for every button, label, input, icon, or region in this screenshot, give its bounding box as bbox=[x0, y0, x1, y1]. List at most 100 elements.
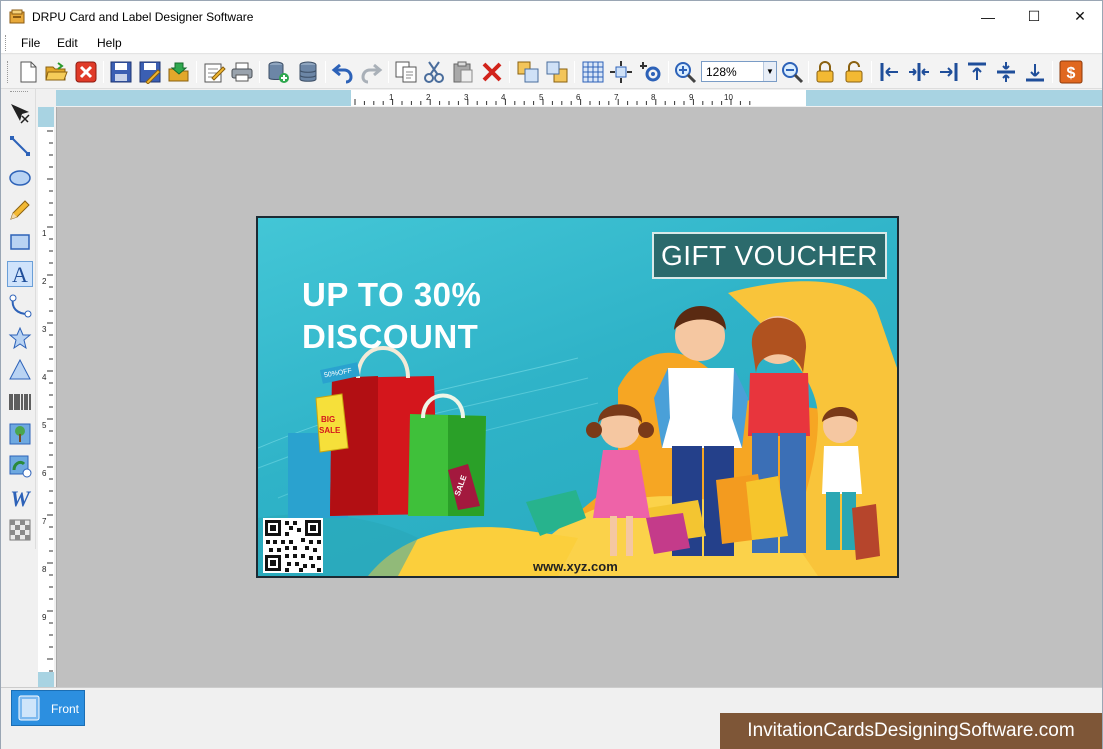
pencil-icon bbox=[10, 200, 30, 220]
image-library-tool[interactable] bbox=[7, 453, 33, 479]
tab-front-label: Front bbox=[51, 702, 80, 716]
save-button[interactable] bbox=[108, 59, 134, 85]
align-center-horizontal-button[interactable] bbox=[906, 59, 932, 85]
zoom-out-button[interactable] bbox=[779, 59, 805, 85]
toolbar-separator bbox=[388, 61, 389, 83]
select-tool[interactable] bbox=[7, 101, 33, 127]
chevron-down-icon[interactable]: ▼ bbox=[763, 62, 776, 81]
align-bottom-button[interactable] bbox=[1022, 59, 1048, 85]
settings-button[interactable] bbox=[638, 59, 664, 85]
copy-icon bbox=[395, 61, 417, 83]
tools-grip bbox=[10, 91, 28, 97]
paste-button[interactable] bbox=[450, 59, 476, 85]
ellipse-icon bbox=[9, 170, 31, 186]
svg-text:A: A bbox=[12, 262, 28, 286]
text-tool[interactable]: A bbox=[7, 261, 33, 287]
title-bar: DRPU Card and Label Designer Software — … bbox=[1, 1, 1102, 32]
website-text[interactable]: www.xyz.com bbox=[533, 559, 618, 574]
toolbar-separator bbox=[871, 61, 872, 83]
barcode-tool[interactable] bbox=[7, 389, 33, 415]
triangle-tool[interactable] bbox=[7, 357, 33, 383]
menu-help[interactable]: Help bbox=[97, 36, 122, 50]
new-button[interactable] bbox=[15, 59, 41, 85]
ruler-number: 9 bbox=[42, 613, 47, 622]
print-button[interactable] bbox=[229, 59, 255, 85]
unlock-button[interactable] bbox=[841, 59, 867, 85]
properties-icon bbox=[204, 63, 226, 83]
redo-button[interactable] bbox=[358, 59, 384, 85]
ruler-ticks bbox=[47, 130, 53, 672]
align-right-icon bbox=[940, 63, 958, 81]
delete-button[interactable] bbox=[479, 59, 505, 85]
undo-button[interactable] bbox=[330, 59, 356, 85]
line-tool[interactable] bbox=[7, 133, 33, 159]
ruler-number: 8 bbox=[42, 565, 47, 574]
drawing-tools-panel: A W bbox=[1, 89, 36, 549]
align-center-vertical-button[interactable] bbox=[993, 59, 1019, 85]
main-toolbar: $ bbox=[1, 55, 1102, 89]
headline-line-2[interactable]: DISCOUNT bbox=[302, 318, 478, 356]
ruler-number: 7 bbox=[614, 93, 619, 102]
menu-edit[interactable]: Edit bbox=[57, 36, 78, 50]
menu-file[interactable]: File bbox=[21, 36, 40, 50]
headline-line-1[interactable]: UP TO 30% bbox=[302, 276, 481, 314]
database-button[interactable] bbox=[295, 59, 321, 85]
pencil-tool[interactable] bbox=[7, 197, 33, 223]
properties-button[interactable] bbox=[201, 59, 227, 85]
new-icon bbox=[20, 61, 37, 83]
zoom-in-button[interactable] bbox=[672, 59, 698, 85]
cut-button[interactable] bbox=[421, 59, 447, 85]
zoom-combobox[interactable]: 128% ▼ bbox=[701, 61, 777, 82]
picture-tool[interactable] bbox=[7, 421, 33, 447]
price-icon: $ bbox=[1059, 60, 1083, 84]
database-add-button[interactable] bbox=[265, 59, 291, 85]
align-right-button[interactable] bbox=[935, 59, 961, 85]
close-file-button[interactable] bbox=[73, 59, 99, 85]
toolbar-separator bbox=[103, 61, 104, 83]
open-button[interactable] bbox=[43, 59, 69, 85]
card-design[interactable]: UP TO 30% DISCOUNT GIFT VOUCHER 50%OFF B… bbox=[256, 216, 899, 578]
toolbar-separator bbox=[668, 61, 669, 83]
tab-front[interactable]: Front bbox=[11, 690, 85, 726]
ellipse-tool[interactable] bbox=[7, 165, 33, 191]
star-icon bbox=[8, 326, 32, 350]
send-back-button[interactable] bbox=[544, 59, 570, 85]
qr-code[interactable] bbox=[263, 518, 323, 573]
open-icon bbox=[45, 62, 68, 81]
toolbar-separator bbox=[1052, 61, 1053, 83]
gift-voucher-box[interactable]: GIFT VOUCHER bbox=[652, 232, 887, 279]
center-icon bbox=[610, 61, 632, 83]
align-top-button[interactable] bbox=[964, 59, 990, 85]
copy-button[interactable] bbox=[393, 59, 419, 85]
rectangle-tool[interactable] bbox=[7, 229, 33, 255]
wordart-tool[interactable]: W bbox=[7, 485, 33, 511]
svg-text:$: $ bbox=[1067, 65, 1076, 82]
save-as-button[interactable] bbox=[137, 59, 163, 85]
svg-text:W: W bbox=[10, 486, 31, 510]
bring-front-icon bbox=[517, 61, 539, 83]
pattern-tool[interactable] bbox=[7, 517, 33, 543]
ruler-number: 2 bbox=[42, 277, 47, 286]
close-icon bbox=[75, 61, 97, 83]
star-tool[interactable] bbox=[7, 325, 33, 351]
toolbar-separator bbox=[259, 61, 260, 83]
ruler-number: 1 bbox=[42, 229, 47, 238]
minimize-button[interactable]: — bbox=[965, 1, 1011, 32]
ruler-number: 3 bbox=[42, 325, 47, 334]
lock-button[interactable] bbox=[812, 59, 838, 85]
window-title: DRPU Card and Label Designer Software bbox=[32, 10, 254, 24]
grid-button[interactable] bbox=[580, 59, 606, 85]
export-button[interactable] bbox=[166, 59, 192, 85]
maximize-button[interactable]: ☐ bbox=[1011, 1, 1057, 32]
align-left-button[interactable] bbox=[877, 59, 903, 85]
price-button[interactable]: $ bbox=[1058, 59, 1084, 85]
send-back-icon bbox=[546, 61, 568, 83]
ruler-scale: 1 2 3 4 5 6 7 8 9 10 bbox=[351, 90, 806, 106]
database-icon bbox=[299, 61, 317, 82]
center-button[interactable] bbox=[608, 59, 634, 85]
curve-tool[interactable] bbox=[7, 293, 33, 319]
bring-front-button[interactable] bbox=[515, 59, 541, 85]
close-window-button[interactable]: ✕ bbox=[1057, 1, 1103, 32]
horizontal-ruler: 1 2 3 4 5 6 7 8 9 10 bbox=[56, 90, 1102, 106]
export-icon bbox=[168, 62, 189, 82]
